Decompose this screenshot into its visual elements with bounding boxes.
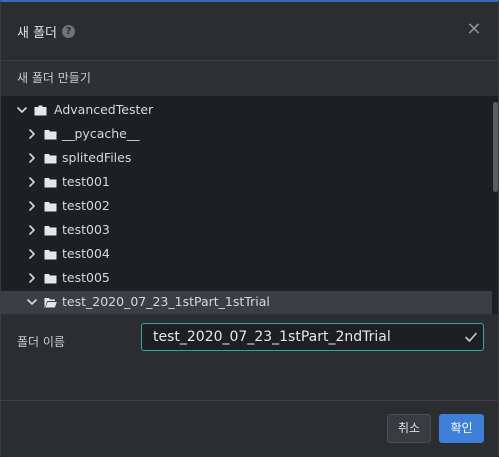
tree-item[interactable]: test001 [1, 171, 492, 195]
chevron-right-icon[interactable] [25, 199, 39, 213]
tree-item[interactable]: splitedFiles [1, 147, 492, 171]
folder-icon [44, 202, 57, 212]
tree-item[interactable]: test_2020_07_23_1stPart_1stTrial [1, 291, 492, 314]
tree-item[interactable]: AdvancedTester [1, 99, 492, 123]
tree-item-label: test005 [62, 270, 110, 285]
chevron-right-icon[interactable] [25, 247, 39, 261]
chevron-down-icon[interactable] [15, 103, 29, 117]
folder-icon [44, 226, 57, 236]
chevron-right-icon[interactable] [25, 271, 39, 285]
tree-item-label: test_2020_07_23_1stPart_1stTrial [62, 294, 270, 309]
dialog-title: 새 폴더 [17, 26, 58, 41]
new-folder-dialog: 새 폴더 ? ✕ 새 폴더 만들기 AdvancedTester __pycach… [0, 0, 499, 457]
tree-scrollbar-thumb[interactable] [493, 102, 498, 192]
close-icon[interactable]: ✕ [465, 21, 483, 39]
tree-item-label: __pycache__ [62, 126, 140, 141]
tree-item-label: test001 [62, 174, 110, 189]
folder-icon [44, 274, 57, 284]
open-folder-icon [44, 298, 57, 308]
chevron-right-icon[interactable] [25, 223, 39, 237]
folder-name-input[interactable] [153, 324, 453, 350]
folder-tree: AdvancedTester __pycache__ splitedFiles tes… [1, 96, 498, 314]
help-icon[interactable]: ? [62, 25, 75, 38]
check-icon [465, 332, 477, 342]
tree-item[interactable]: test005 [1, 267, 492, 291]
chevron-right-icon[interactable] [25, 175, 39, 189]
ok-button[interactable]: 확인 [439, 414, 484, 443]
tree-item-label: test004 [62, 246, 110, 261]
chevron-down-icon[interactable] [25, 295, 39, 309]
dialog-header: 새 폴더 ? ✕ [1, 2, 498, 61]
dialog-footer: 취소 확인 [1, 400, 498, 457]
section-title: 새 폴더 만들기 [17, 71, 91, 85]
folder-name-label: 폴더 이름 [17, 335, 65, 349]
section-header: 새 폴더 만들기 [1, 61, 498, 95]
folder-icon [44, 130, 57, 140]
chevron-right-icon[interactable] [25, 151, 39, 165]
tree-item-label: test002 [62, 198, 110, 213]
folder-icon [44, 178, 57, 188]
cancel-button[interactable]: 취소 [387, 414, 431, 443]
tree-item-label: AdvancedTester [54, 102, 154, 117]
tree-item[interactable]: test004 [1, 243, 492, 267]
folder-icon [44, 250, 57, 260]
folder-name-field[interactable] [141, 323, 484, 351]
package-folder-icon [34, 105, 47, 116]
tree-item-label: test003 [62, 222, 110, 237]
chevron-right-icon[interactable] [25, 127, 39, 141]
tree-item[interactable]: test003 [1, 219, 492, 243]
folder-icon [44, 154, 57, 164]
tree-item-label: splitedFiles [62, 150, 132, 165]
tree-item[interactable]: test002 [1, 195, 492, 219]
tree-item[interactable]: __pycache__ [1, 123, 492, 147]
